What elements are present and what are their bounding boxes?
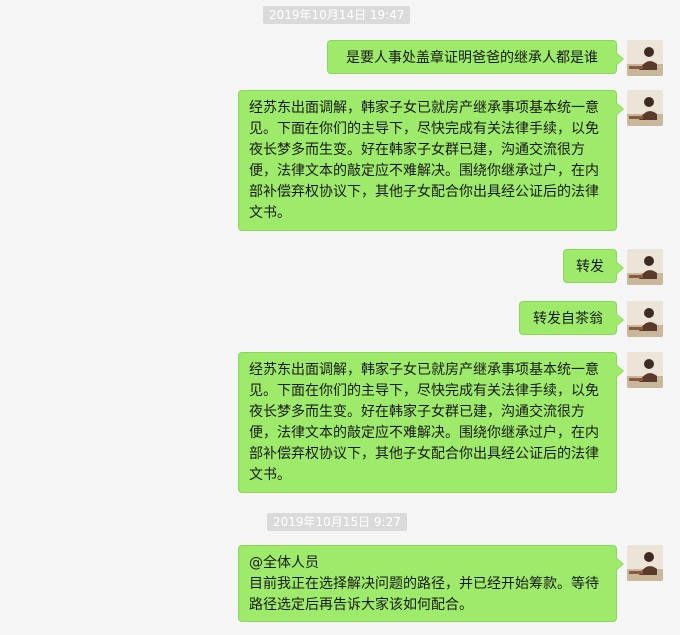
avatar-image: [627, 249, 663, 285]
chat-window: 2019年10月14日 19:47 是要人事处盖章证明爸爸的继承人都是谁 经苏东…: [0, 0, 680, 635]
avatar-image: [627, 301, 663, 337]
avatar[interactable]: [627, 90, 663, 126]
timestamp: 2019年10月14日 19:47: [263, 6, 411, 24]
avatar-image: [627, 40, 663, 76]
message-bubble[interactable]: 经苏东出面调解，韩家子女已就房产继承事项基本统一意见。下面在你们的主导下，尽快完…: [238, 90, 624, 231]
avatar-image: [627, 545, 663, 581]
message-bubble[interactable]: 转发: [563, 249, 624, 283]
message-bubble[interactable]: 转发自茶翁: [519, 301, 624, 335]
avatar[interactable]: [627, 545, 663, 581]
timestamp: 2019年10月15日 9:27: [267, 513, 407, 531]
message-bubble[interactable]: 经苏东出面调解，韩家子女已就房产继承事项基本统一意见。下面在你们的主导下，尽快完…: [238, 352, 624, 493]
avatar[interactable]: [627, 249, 663, 285]
avatar[interactable]: [627, 352, 663, 388]
avatar-image: [627, 90, 663, 126]
message-bubble[interactable]: 是要人事处盖章证明爸爸的继承人都是谁: [327, 40, 624, 74]
avatar[interactable]: [627, 301, 663, 337]
avatar[interactable]: [627, 40, 663, 76]
avatar-image: [627, 352, 663, 388]
message-bubble[interactable]: @全体人员 目前我正在选择解决问题的路径，并已经开始筹款。等待路径选定后再告诉大…: [238, 545, 624, 622]
